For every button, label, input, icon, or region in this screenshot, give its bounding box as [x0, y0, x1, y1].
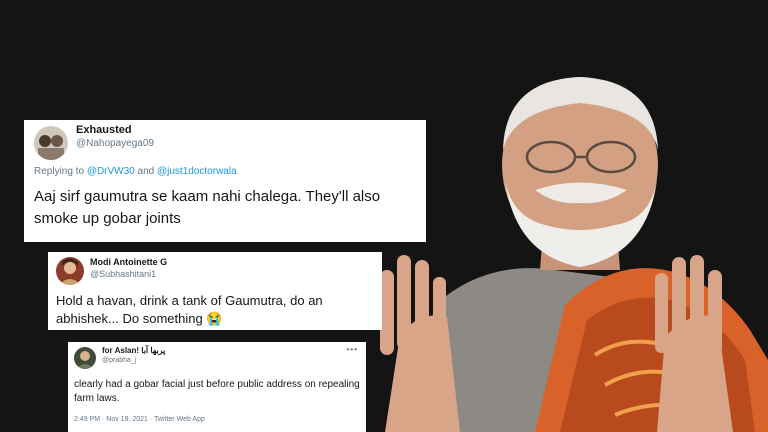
tweet-card-2: Modi Antoinette G @Subhashitani1 Hold a …	[48, 252, 382, 330]
reply-prefix: Replying to	[34, 166, 87, 177]
display-name[interactable]: Modi Antoinette G	[90, 257, 167, 267]
user-handle[interactable]: @prabha_j	[102, 357, 136, 364]
tweet-text: clearly had a gobar facial just before p…	[74, 379, 360, 404]
tweet-text-content: Hold a havan, drink a tank of Gaumutra, …	[56, 293, 323, 326]
avatar[interactable]	[34, 126, 68, 160]
tweet-text: Hold a havan, drink a tank of Gaumutra, …	[56, 292, 376, 328]
more-options-icon[interactable]: •••	[347, 345, 358, 354]
user-handle[interactable]: @Nahopayega09	[76, 138, 154, 149]
avatar[interactable]	[74, 347, 96, 369]
crying-face-emoji: 😭	[206, 311, 223, 326]
display-name[interactable]: for Aslan! پربھا آبا	[102, 346, 165, 355]
portrait-photo	[380, 77, 768, 432]
mention-link[interactable]: @DrVW30	[87, 166, 135, 177]
tweet-timestamp[interactable]: 2:49 PM · Nov 19, 2021 · Twitter Web App	[74, 416, 205, 423]
avatar[interactable]	[56, 257, 84, 285]
user-handle[interactable]: @Subhashitani1	[90, 269, 156, 279]
tweet-card-1: Exhausted @Nahopayega09 Replying to @DrV…	[24, 120, 426, 242]
mention-link[interactable]: @just1doctorwala	[157, 166, 237, 177]
replying-to: Replying to @DrVW30 and @just1doctorwala	[34, 166, 237, 177]
tweet-card-3: for Aslan! پربھا آبا @prabha_j ••• clear…	[68, 342, 366, 432]
reply-and: and	[134, 166, 157, 177]
display-name[interactable]: Exhausted	[76, 124, 132, 136]
tweet-text: Aaj sirf gaumutra se kaam nahi chalega. …	[34, 188, 381, 227]
